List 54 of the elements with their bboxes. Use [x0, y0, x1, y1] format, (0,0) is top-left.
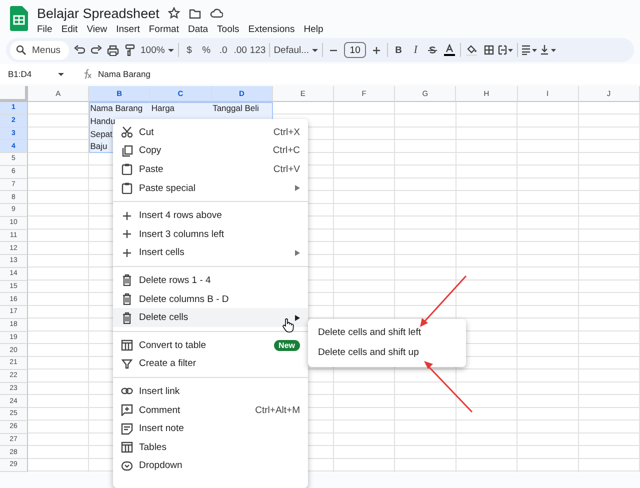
table-cell: Harga	[150, 102, 176, 115]
number-format[interactable]: 123	[248, 40, 267, 60]
menu-item[interactable]: Convert to table New	[113, 336, 308, 355]
menu-item[interactable]: Tables	[113, 438, 308, 456]
new-badge: New	[274, 340, 300, 351]
menu-item[interactable]: Insert note	[113, 419, 308, 438]
percent-format[interactable]: %	[198, 40, 215, 60]
formula-input[interactable]: Nama Barang	[98, 69, 150, 79]
search-field[interactable]: Menus	[10, 40, 69, 60]
menu-item[interactable]: Tools	[217, 24, 240, 35]
menu-item[interactable]: Help	[304, 24, 324, 35]
shortcut-label: Ctrl+C	[272, 145, 300, 156]
submenu-item[interactable]: Delete cells and shift up	[308, 343, 466, 363]
bold-button[interactable]: B	[390, 40, 408, 60]
italic-button[interactable]: I	[407, 40, 424, 60]
menu-item[interactable]: Insert 4 rows above	[113, 206, 308, 225]
menu-item[interactable]: Insert link	[113, 382, 308, 401]
increase-decimal[interactable]: .00	[232, 40, 249, 60]
menu-item[interactable]: Insert	[116, 24, 140, 35]
currency-format[interactable]: $	[180, 40, 198, 60]
shortcut-label: Ctrl+X	[273, 126, 300, 138]
menu-item[interactable]: Insert 3 columns left	[113, 224, 308, 244]
table-cell: Sepat	[89, 128, 114, 140]
menu-item[interactable]: View	[86, 24, 108, 35]
table-cell: Baju	[89, 140, 108, 153]
menu-item[interactable]: Delete cells	[113, 308, 308, 327]
menu-item[interactable]: Edit	[61, 24, 78, 35]
menu-item[interactable]: Delete columns B - D	[113, 290, 308, 308]
menu-item[interactable]: Extensions	[248, 24, 295, 35]
menu-item[interactable]: Delete rows 1 - 4	[113, 271, 308, 290]
menu-item[interactable]: Format	[148, 24, 179, 35]
document-title[interactable]: Belajar Spreadsheet	[37, 6, 160, 20]
font-name: Defaul...	[274, 44, 310, 56]
menu-item[interactable]: File	[37, 24, 52, 35]
menu-item[interactable]: Create a filter	[113, 354, 308, 374]
shortcut-label: Ctrl+Alt+M	[255, 404, 300, 416]
menu-item[interactable]: Insert cells	[113, 244, 308, 262]
font-dropdown[interactable]: Defaul...	[272, 40, 320, 60]
menu-item[interactable]: Paste special	[113, 178, 308, 198]
menu-item[interactable]: Dropdown	[113, 456, 308, 476]
menu-item[interactable]: Comment Ctrl+Alt+M	[113, 400, 308, 420]
table-cell: Nama Barang	[89, 102, 144, 115]
font-size-field[interactable]: 10	[344, 42, 366, 58]
search-placeholder: Menus	[32, 44, 61, 56]
submenu-item[interactable]: Delete cells and shift left	[308, 323, 466, 343]
zoom-dropdown[interactable]: 100%	[138, 40, 176, 60]
zoom-value: 100%	[140, 44, 165, 56]
shortcut-label: Ctrl+V	[273, 164, 300, 175]
table-cell: Tanggal Beli	[212, 102, 260, 115]
name-box[interactable]: B1:D4	[8, 69, 52, 79]
menu-item[interactable]: Copy Ctrl+C	[113, 142, 308, 160]
decrease-decimal[interactable]: .0	[214, 40, 232, 60]
menu-item[interactable]: Data	[188, 24, 208, 35]
menu-item[interactable]: Paste Ctrl+V	[113, 160, 308, 179]
